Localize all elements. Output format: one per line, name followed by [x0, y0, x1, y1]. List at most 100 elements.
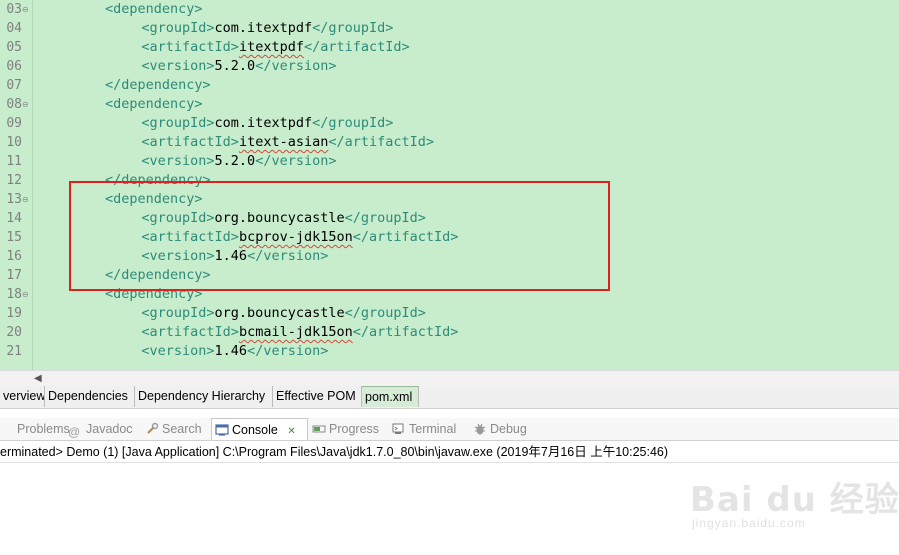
- xml-close-tag: </version>: [247, 248, 329, 264]
- line-number: 15: [6, 230, 22, 245]
- fold-toggle-icon[interactable]: ⊖: [22, 285, 31, 304]
- tab-pom-xml[interactable]: pom.xml: [362, 386, 419, 407]
- code-line: </dependency>: [105, 76, 211, 95]
- line-number: 20: [6, 325, 22, 340]
- line-number: 14: [6, 211, 22, 226]
- code-line: <version>1.46</version>: [141, 342, 328, 361]
- line-number: 13: [6, 192, 22, 207]
- xml-element-value: org.bouncycastle: [214, 305, 345, 321]
- tab-dependencies[interactable]: Dependencies: [45, 386, 135, 407]
- xml-open-tag: <dependency>: [105, 286, 203, 302]
- xml-close-tag: </dependency>: [105, 77, 211, 93]
- xml-open-tag: <artifactId>: [141, 39, 239, 55]
- line-number: 11: [6, 154, 22, 169]
- xml-open-tag: <version>: [141, 58, 215, 74]
- xml-close-tag: </artifactId>: [303, 39, 410, 55]
- line-number: 18: [6, 287, 22, 302]
- horizontal-scrollbar[interactable]: ◀: [0, 370, 899, 387]
- line-number: 06: [6, 59, 22, 74]
- progress-icon: [312, 421, 326, 435]
- console-status-line: erminated> Demo (1) [Java Application] C…: [0, 445, 669, 459]
- line-number: 19: [6, 306, 22, 321]
- fold-toggle-icon[interactable]: ⊖: [22, 95, 31, 114]
- code-line: <artifactId>bcprov-jdk15on</artifactId>: [141, 228, 458, 247]
- xml-element-value: itext-asian: [238, 134, 329, 150]
- watermark-url: jingyan.baidu.com: [692, 516, 806, 530]
- tab-overview[interactable]: verview: [0, 386, 45, 407]
- line-number: 04: [6, 21, 22, 36]
- xml-close-tag: </version>: [247, 343, 329, 359]
- xml-element-value: org.bouncycastle: [214, 210, 345, 226]
- xml-element-value: 5.2.0: [214, 153, 256, 169]
- tab-search[interactable]: Search: [145, 418, 202, 440]
- code-line: <artifactId>itextpdf</artifactId>: [141, 38, 409, 57]
- xml-open-tag: <dependency>: [105, 191, 203, 207]
- code-line: <artifactId>bcmail-jdk15on</artifactId>: [141, 323, 458, 342]
- code-line: <version>5.2.0</version>: [141, 152, 336, 171]
- fold-toggle-icon[interactable]: ⊖: [22, 0, 31, 19]
- xml-open-tag: <groupId>: [141, 20, 215, 36]
- tab-progress[interactable]: Progress: [312, 418, 379, 440]
- xml-close-tag: </groupId>: [344, 210, 426, 226]
- debug-icon: [473, 421, 487, 435]
- code-line: <artifactId>itext-asian</artifactId>: [141, 133, 434, 152]
- terminal-icon: [392, 421, 406, 435]
- code-line: <dependency>: [105, 285, 203, 304]
- xml-close-tag: </artifactId>: [328, 134, 435, 150]
- xml-editor[interactable]: 03 ⊖ 04 05 06 07 08 ⊖ 09 10 11 12 13 ⊖ 14 15 16 17 18 ⊖ 19 20…: [0, 0, 899, 370]
- tab-terminal[interactable]: Terminal: [392, 418, 456, 440]
- code-line: </dependency>: [105, 171, 211, 190]
- xml-element-value: bcprov-jdk15on: [238, 229, 353, 245]
- xml-open-tag: <groupId>: [141, 210, 215, 226]
- tab-effective-pom[interactable]: Effective POM: [273, 386, 362, 407]
- line-number: 10: [6, 135, 22, 150]
- line-number: 17: [6, 268, 22, 283]
- close-icon[interactable]: ✕: [287, 426, 295, 437]
- code-line: </dependency>: [105, 266, 211, 285]
- xml-close-tag: </dependency>: [105, 172, 211, 188]
- line-number: 03: [6, 2, 22, 17]
- xml-open-tag: <artifactId>: [141, 134, 239, 150]
- xml-open-tag: <groupId>: [141, 115, 215, 131]
- xml-open-tag: <version>: [141, 153, 215, 169]
- view-tab-bar: Problems @ Javadoc Search Console ✕ Progr…: [0, 418, 899, 440]
- scroll-left-arrow-icon[interactable]: ◀: [34, 371, 42, 387]
- code-line: <dependency>: [105, 0, 203, 19]
- tab-problems[interactable]: Problems: [0, 418, 70, 440]
- tab-javadoc[interactable]: @ Javadoc: [68, 418, 133, 440]
- line-number: 12: [6, 173, 22, 188]
- xml-open-tag: <groupId>: [141, 305, 215, 321]
- code-line: <dependency>: [105, 95, 203, 114]
- line-number: 05: [6, 40, 22, 55]
- line-number: 09: [6, 116, 22, 131]
- xml-open-tag: <version>: [141, 248, 215, 264]
- code-line: <dependency>: [105, 190, 203, 209]
- tab-debug[interactable]: Debug: [473, 418, 527, 440]
- line-number: 21: [6, 344, 22, 359]
- code-line: <version>1.46</version>: [141, 247, 328, 266]
- code-line: <groupId>org.bouncycastle</groupId>: [141, 209, 425, 228]
- xml-close-tag: </groupId>: [312, 115, 394, 131]
- xml-element-value: com.itextpdf: [214, 20, 313, 36]
- xml-element-value: com.itextpdf: [214, 115, 313, 131]
- javadoc-icon: @: [68, 425, 81, 439]
- xml-element-value: 1.46: [214, 343, 248, 359]
- xml-open-tag: <artifactId>: [141, 324, 239, 340]
- xml-close-tag: </artifactId>: [352, 324, 459, 340]
- xml-open-tag: <version>: [141, 343, 215, 359]
- line-number: 07: [6, 78, 22, 93]
- code-line: <version>5.2.0</version>: [141, 57, 336, 76]
- tab-dependency-hierarchy[interactable]: Dependency Hierarchy: [135, 386, 273, 407]
- xml-element-value: itextpdf: [238, 39, 304, 55]
- xml-open-tag: <dependency>: [105, 96, 203, 112]
- code-line: <groupId>com.itextpdf</groupId>: [141, 19, 393, 38]
- xml-element-value: 1.46: [214, 248, 248, 264]
- xml-close-tag: </version>: [255, 58, 337, 74]
- xml-close-tag: </artifactId>: [352, 229, 459, 245]
- tab-console[interactable]: Console ✕: [211, 418, 308, 440]
- xml-element-value: 5.2.0: [214, 58, 256, 74]
- code-line: <groupId>org.bouncycastle</groupId>: [141, 304, 425, 323]
- baidu-watermark: Bai du 经验 jingyan.baidu.com: [690, 472, 899, 542]
- xml-open-tag: <dependency>: [105, 1, 203, 17]
- fold-toggle-icon[interactable]: ⊖: [22, 190, 31, 209]
